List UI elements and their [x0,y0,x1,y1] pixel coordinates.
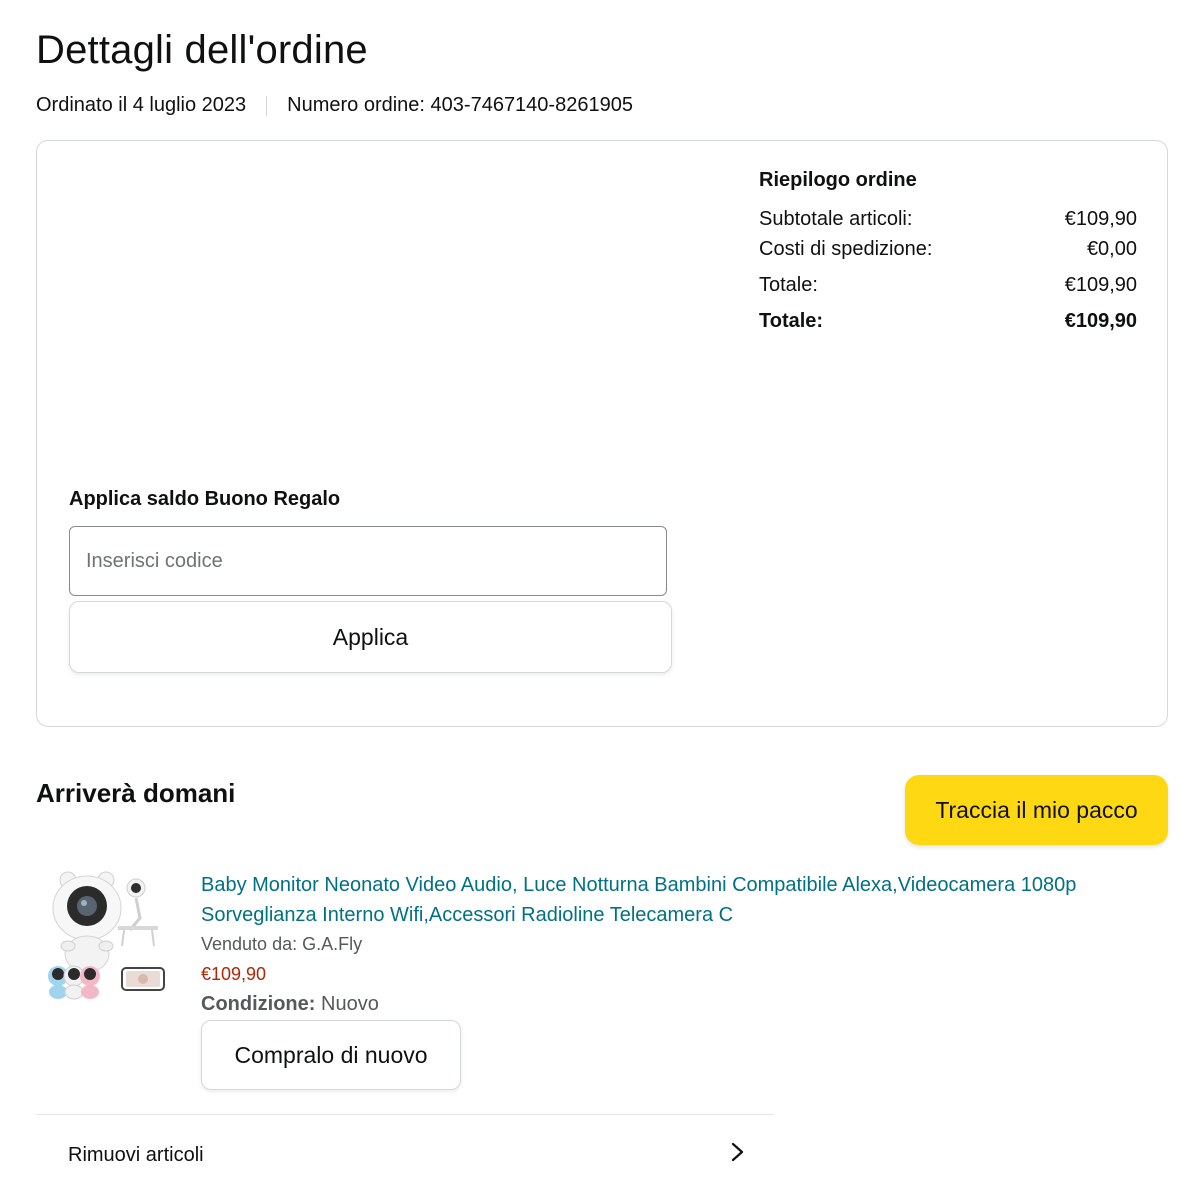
delivery-status: Arriverà domani [36,778,236,808]
summary-value: €109,90 [1064,310,1137,332]
baby-monitor-product-image[interactable] [44,868,174,1008]
remove-items-row[interactable]: Rimuovi articoli [36,1115,774,1195]
condition-value: Nuovo [321,993,379,1015]
summary-title: Riepilogo ordine [759,169,917,191]
order-summary: Riepilogo ordine Subtotale articoli: €10… [759,169,1137,336]
condition-label: Condizione: [201,993,316,1015]
product-price: €109,90 [201,964,267,984]
product-image-graphic [48,871,165,1000]
summary-row-grand-total: Totale: €109,90 [759,306,1137,336]
page-title: Dettagli dell'ordine [36,28,368,72]
summary-value: €109,90 [1064,208,1137,230]
summary-label: Totale: [759,274,818,296]
remove-items-label: Rimuovi articoli [68,1143,204,1166]
summary-row-subtotal: Subtotale articoli: €109,90 [759,204,1137,234]
order-meta: Ordinato il 4 luglio 2023 Numero ordine:… [36,94,633,117]
summary-row-shipping: Costi di spedizione: €0,00 [759,234,1137,264]
chevron-right-icon [726,1141,748,1169]
gift-code-input[interactable] [69,526,667,596]
order-date: Ordinato il 4 luglio 2023 [36,94,247,116]
product-title-link[interactable]: Baby Monitor Neonato Video Audio, Luce N… [201,870,1161,930]
summary-label: Costi di spedizione: [759,238,933,260]
order-number: Numero ordine: 403-7467140-8261905 [287,94,633,116]
summary-value: €109,90 [1064,274,1137,296]
meta-divider [266,95,268,116]
buy-again-button[interactable]: Compralo di nuovo [201,1020,461,1090]
summary-row-total: Totale: €109,90 [759,270,1137,300]
seller-info: Venduto da: G.A.Fly [201,934,363,954]
summary-value: €0,00 [1086,238,1137,260]
gift-card-label: Applica saldo Buono Regalo [69,488,341,510]
summary-label: Totale: [759,310,824,332]
product-condition: Condizione: Nuovo [201,993,379,1016]
summary-label: Subtotale articoli: [759,208,913,230]
apply-button[interactable]: Applica [69,601,672,673]
track-package-button[interactable]: Traccia il mio pacco [905,775,1168,845]
order-summary-card: Riepilogo ordine Subtotale articoli: €10… [36,140,1168,727]
